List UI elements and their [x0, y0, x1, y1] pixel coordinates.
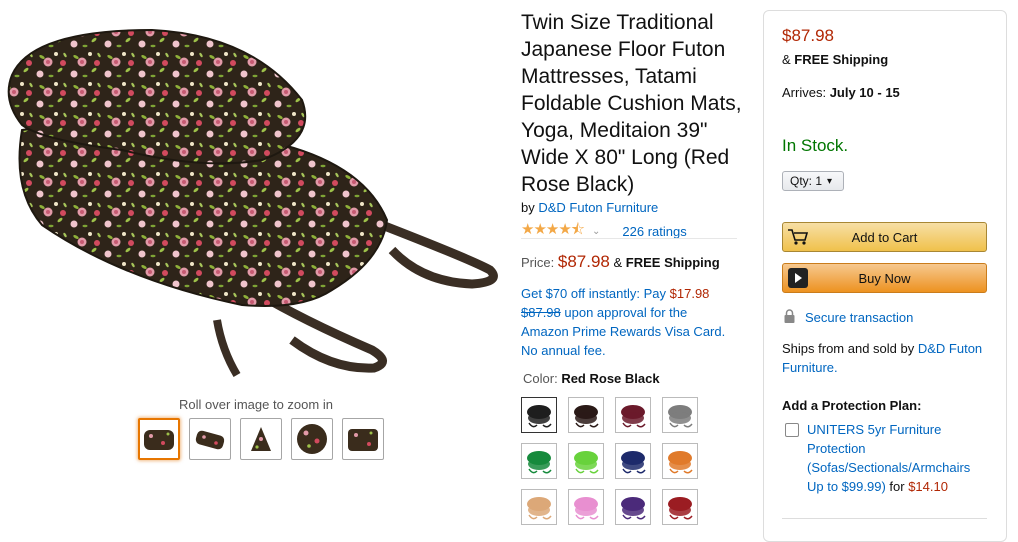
color-swatch-dark-brown[interactable] — [568, 397, 604, 433]
main-product-image[interactable] — [2, 20, 508, 380]
color-label: Color: — [523, 371, 558, 386]
buy-now-button[interactable]: Buy Now — [782, 263, 987, 293]
add-to-cart-button[interactable]: Add to Cart — [782, 222, 987, 252]
ships-from-text: Ships from and sold by — [782, 341, 915, 356]
price-row: Price: $87.98 & FREE Shipping — [521, 252, 720, 272]
arrival-info: Arrives: July 10 - 15 — [782, 85, 900, 100]
color-swatch-tan[interactable] — [521, 489, 557, 525]
stock-status: In Stock. — [782, 136, 849, 155]
price-value: $87.98 — [557, 252, 610, 271]
color-swatch-purple[interactable] — [615, 489, 651, 525]
thumbnail-2[interactable] — [189, 418, 231, 460]
byline: by D&D Futon Furniture — [521, 200, 658, 215]
promo-old-price: $87.98 — [521, 305, 561, 320]
price-label: Price: — [521, 255, 555, 270]
protection-plan-option: UNITERS 5yr Furniture Protection (Sofas/… — [782, 420, 987, 496]
thumbnail-strip — [138, 418, 384, 460]
chevron-down-icon[interactable]: ⌄ — [592, 226, 600, 237]
chevron-down-icon: ▾ — [827, 175, 833, 187]
card-promo[interactable]: Get $70 off instantly: Pay $17.98 $87.98… — [521, 284, 736, 360]
byline-prefix: by — [521, 200, 535, 215]
buybox-shipping-connector: & — [782, 52, 791, 67]
buybox-shipping: & FREE Shipping — [782, 52, 888, 67]
lock-icon — [784, 309, 795, 326]
color-swatch-lime[interactable] — [568, 443, 604, 479]
zoom-hint: Roll over image to zoom in — [179, 397, 333, 412]
add-to-cart-label: Add to Cart — [851, 229, 918, 245]
cart-icon — [783, 223, 812, 251]
color-swatch-orange[interactable] — [662, 443, 698, 479]
thumbnail-5[interactable] — [342, 418, 384, 460]
quantity-select[interactable]: Qty: 1 ▾ — [782, 171, 844, 191]
color-swatch-black[interactable] — [521, 397, 557, 433]
buybox-free-shipping: FREE Shipping — [794, 52, 889, 67]
promo-pay-amount: $17.98 — [669, 286, 710, 301]
color-swatch-red[interactable] — [662, 489, 698, 525]
color-selected-value: Red Rose Black — [561, 371, 660, 386]
secure-transaction[interactable]: Secure transaction — [782, 309, 913, 326]
arrives-label: Arrives: — [782, 85, 827, 100]
protection-price: $14.10 — [908, 479, 948, 494]
quantity-value: Qty: 1 — [790, 174, 823, 188]
play-icon — [783, 264, 812, 292]
brand-link[interactable]: D&D Futon Furniture — [538, 200, 658, 215]
protection-for: for — [889, 479, 905, 494]
protection-plan-title: Add a Protection Plan: — [782, 398, 922, 413]
rating-row: ★★★★⯪ ⌄ 226 ratings — [521, 219, 737, 244]
product-title: Twin Size Traditional Japanese Floor Fut… — [521, 11, 742, 196]
promo-text-1: Get $70 off instantly: Pay — [521, 286, 667, 301]
color-swatch-gray[interactable] — [662, 397, 698, 433]
thumbnail-3[interactable] — [240, 418, 282, 460]
ratings-count-link[interactable]: 226 ratings — [622, 224, 686, 239]
color-swatch-pink[interactable] — [568, 489, 604, 525]
buybox-price: $87.98 — [782, 26, 834, 45]
divider — [521, 238, 737, 239]
arrives-date: July 10 - 15 — [829, 85, 900, 100]
rating-stars-icon[interactable]: ★★★★⯪ — [521, 219, 585, 244]
protection-checkbox[interactable] — [785, 423, 799, 437]
color-swatch-green[interactable] — [521, 443, 557, 479]
ships-from: Ships from and sold by D&D Futon Furnitu… — [782, 339, 997, 377]
free-shipping: FREE Shipping — [625, 255, 720, 270]
secure-transaction-link[interactable]: Secure transaction — [805, 310, 913, 325]
buy-now-label: Buy Now — [858, 270, 911, 286]
divider — [782, 518, 987, 519]
color-swatch-navy[interactable] — [615, 443, 651, 479]
color-swatches — [521, 397, 698, 525]
color-swatch-burgundy[interactable] — [615, 397, 651, 433]
shipping-connector: & — [613, 255, 623, 270]
thumbnail-1[interactable] — [138, 418, 180, 460]
thumbnail-4[interactable] — [291, 418, 333, 460]
color-label-row: Color: Red Rose Black — [523, 371, 660, 386]
